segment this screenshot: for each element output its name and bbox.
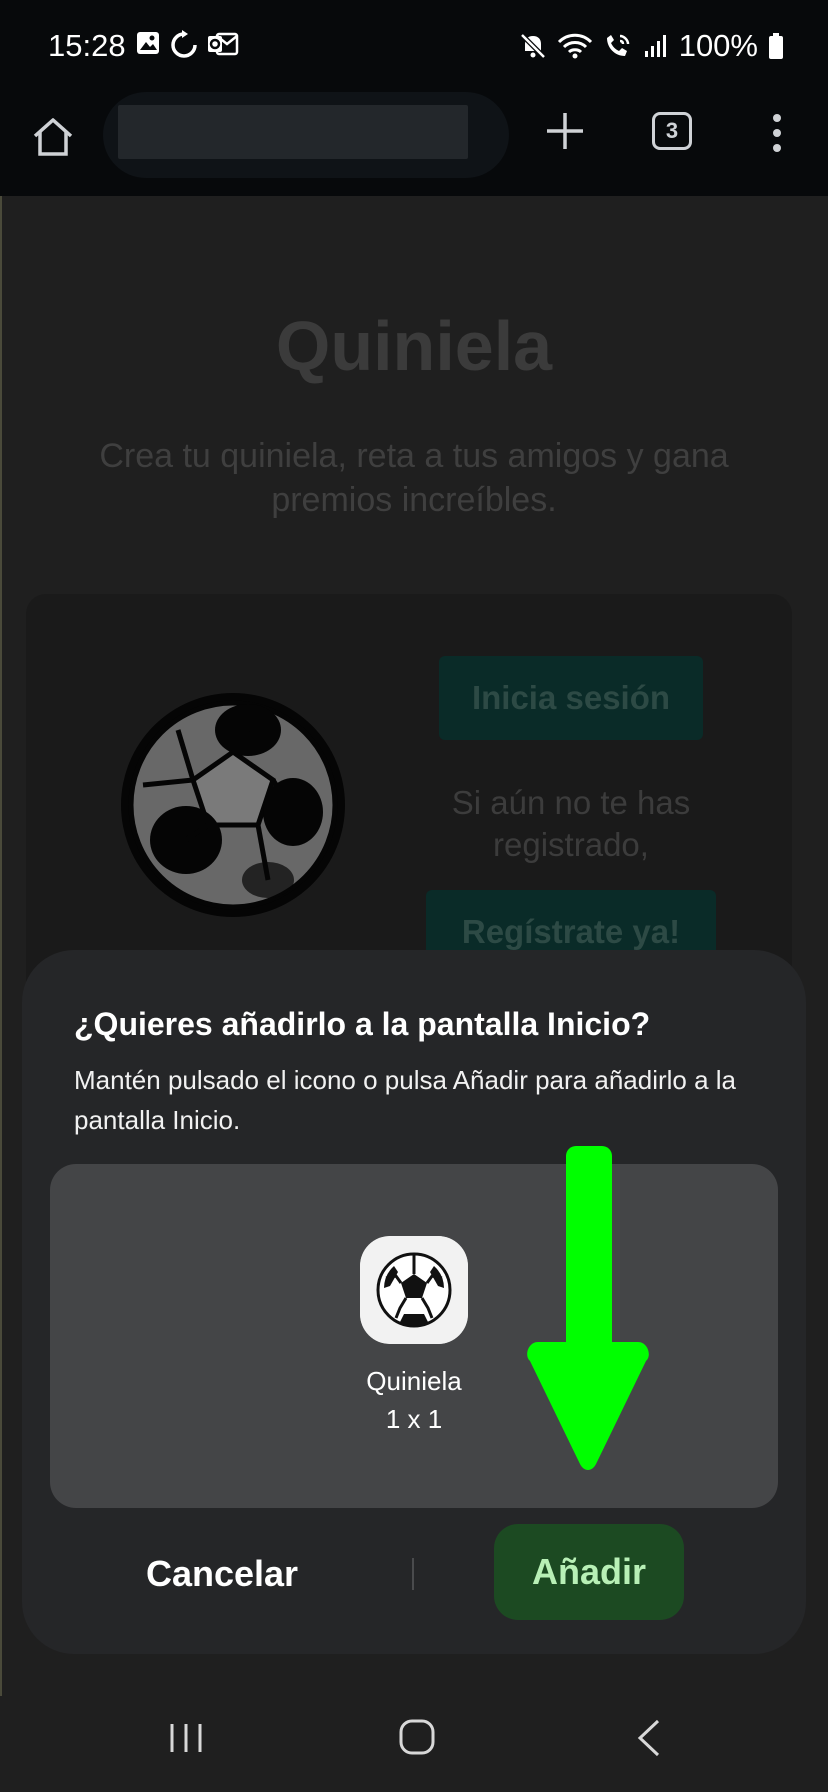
add-button[interactable]: Añadir — [494, 1524, 684, 1620]
system-nav-bar — [0, 1692, 828, 1792]
not-registered-text: Si aún no te has registrado, — [451, 784, 691, 863]
widget-preview[interactable]: Quiniela 1 x 1 — [50, 1164, 778, 1508]
status-time: 15:28 — [48, 28, 126, 63]
add-to-home-dialog: ¿Quieres añadirlo a la pantalla Inicio? … — [22, 950, 806, 1654]
outlook-icon — [208, 32, 239, 56]
soccer-ball-app-icon[interactable] — [360, 1236, 468, 1344]
page-subtitle: Crea tu quiniela, reta a tus amigos y ga… — [99, 437, 729, 519]
soccer-ball-icon — [121, 693, 345, 917]
plus-icon[interactable] — [543, 109, 587, 153]
login-button[interactable]: Inicia sesión — [439, 656, 703, 740]
dialog-body: Mantén pulsado el icono o pulsa Añadir p… — [74, 1065, 737, 1135]
sync-icon — [171, 30, 197, 58]
button-divider — [412, 1558, 414, 1590]
home-icon[interactable] — [28, 112, 78, 162]
status-right: 100% — [519, 28, 784, 64]
status-bar: 15:28 100% — [0, 0, 828, 92]
wifi-icon — [557, 33, 592, 59]
address-bar[interactable] — [103, 92, 509, 178]
page-title: Quiniela — [275, 307, 553, 385]
recents-icon[interactable] — [168, 1720, 204, 1756]
wifi-calling-icon — [606, 34, 629, 56]
image-icon — [137, 32, 159, 54]
tabs-icon[interactable]: 3 — [652, 112, 692, 150]
signal-icon — [644, 35, 666, 57]
browser-toolbar: 3 — [0, 92, 828, 196]
redacted-url — [118, 105, 468, 159]
more-vert-icon[interactable] — [764, 110, 790, 156]
dialog-title: ¿Quieres añadirlo a la pantalla Inicio? — [74, 1006, 651, 1042]
back-icon[interactable] — [636, 1718, 662, 1758]
battery-icon — [769, 33, 783, 59]
battery-percent: 100% — [678, 28, 758, 63]
down-arrow-icon — [527, 1146, 649, 1470]
app-name: Quiniela — [366, 1366, 462, 1396]
widget-size: 1 x 1 — [385, 1404, 443, 1434]
status-left-icons — [135, 30, 239, 60]
home-icon[interactable] — [398, 1718, 436, 1756]
cancel-button[interactable]: Cancelar — [112, 1526, 332, 1622]
mute-icon — [519, 33, 546, 59]
